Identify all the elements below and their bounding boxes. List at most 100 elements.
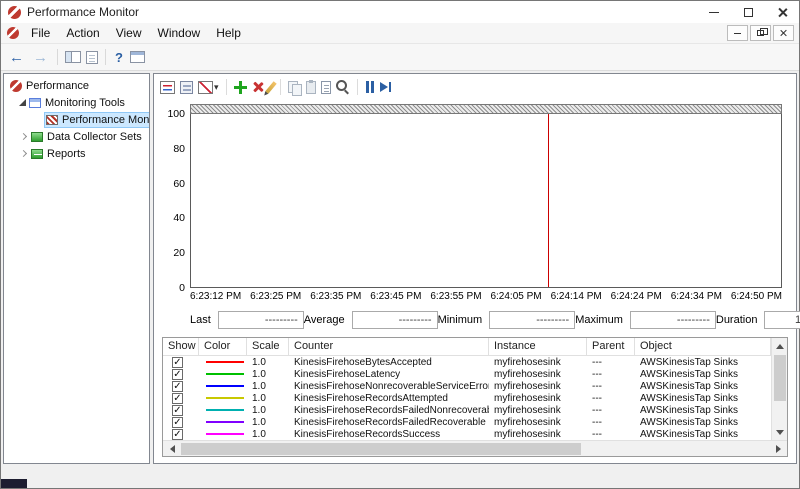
scroll-down-button[interactable] (773, 426, 787, 438)
counter-object-cell: AWSKinesisTap Sinks (635, 369, 771, 380)
copy-properties-icon[interactable] (288, 81, 301, 94)
highlight-icon[interactable] (265, 81, 276, 94)
tree-item-monitoring-tools[interactable]: Monitoring Tools (4, 94, 149, 111)
header-color[interactable]: Color (199, 338, 247, 355)
new-window-icon[interactable] (130, 51, 145, 63)
counter-scale-cell: 1.0 (247, 369, 289, 380)
show-checkbox[interactable]: ✓ (172, 369, 183, 380)
counter-row[interactable]: ✓1.0KinesisFirehoseLatencymyfirehosesink… (163, 368, 771, 380)
scroll-up-button[interactable] (773, 340, 787, 352)
counter-name-cell: KinesisFirehoseRecordsSuccess (289, 429, 489, 440)
show-checkbox[interactable]: ✓ (172, 405, 183, 416)
timeline-marker (548, 114, 549, 287)
header-show[interactable]: Show (163, 338, 199, 355)
child-restore-button[interactable] (750, 25, 771, 41)
counter-parent-cell: --- (587, 393, 635, 404)
counter-scale-cell: 1.0 (247, 429, 289, 440)
zoom-icon[interactable] (336, 80, 350, 94)
close-button[interactable] (765, 1, 799, 23)
table-horizontal-scrollbar[interactable] (163, 440, 787, 456)
header-counter[interactable]: Counter (289, 338, 489, 355)
x-tick-label: 6:23:55 PM (430, 291, 481, 303)
export-list-icon[interactable] (86, 51, 98, 64)
horizontal-scroll-track[interactable] (181, 443, 769, 455)
show-checkbox[interactable]: ✓ (172, 381, 183, 392)
collapsed-arrow-icon[interactable] (20, 133, 27, 140)
show-checkbox[interactable]: ✓ (172, 357, 183, 368)
stat-value-box: --------- (218, 311, 304, 329)
view-current-activity-icon[interactable] (160, 81, 175, 94)
table-vertical-scrollbar[interactable] (771, 338, 787, 440)
menu-view[interactable]: View (108, 24, 150, 42)
tree-item-reports[interactable]: Reports (4, 145, 149, 162)
menu-action[interactable]: Action (58, 24, 107, 42)
collapsed-arrow-icon[interactable] (20, 150, 27, 157)
stat-label: Minimum (438, 314, 483, 326)
plot-column: 6:23:12 PM6:23:25 PM6:23:35 PM6:23:45 PM… (190, 104, 782, 303)
counter-row[interactable]: ✓1.0KinesisFirehoseNonrecoverableService… (163, 380, 771, 392)
child-close-button[interactable] (773, 25, 794, 41)
update-data-icon[interactable] (380, 81, 392, 93)
view-log-data-icon[interactable] (180, 81, 193, 94)
child-minimize-button[interactable] (727, 25, 748, 41)
triangle-left-icon (170, 445, 175, 453)
header-instance[interactable]: Instance (489, 338, 587, 355)
x-tick-label: 6:23:35 PM (310, 291, 361, 303)
app-icon (8, 6, 21, 19)
maximize-button[interactable] (731, 1, 765, 23)
color-line-sample (206, 409, 244, 411)
graph-plot-area[interactable] (190, 114, 782, 288)
counter-instance-cell: myfirehosesink (489, 357, 587, 368)
tree-item-performance-monitor[interactable]: Performance Monitor (4, 111, 149, 128)
header-parent[interactable]: Parent (587, 338, 635, 355)
expanded-arrow-icon[interactable] (19, 99, 26, 106)
properties-icon[interactable] (321, 81, 331, 94)
tree-item-label: Monitoring Tools (45, 97, 125, 109)
stat-duration: Duration 1:40 (716, 311, 800, 329)
header-object[interactable]: Object (635, 338, 771, 355)
show-checkbox[interactable]: ✓ (172, 417, 183, 428)
vertical-scroll-thumb[interactable] (774, 355, 786, 401)
counter-scale-cell: 1.0 (247, 417, 289, 428)
nav-toolbar: ← → ? (1, 44, 799, 71)
counter-row[interactable]: ✓1.0KinesisFirehoseRecordsFailedRecovera… (163, 416, 771, 428)
forward-arrow-icon[interactable]: → (31, 50, 50, 65)
tree-item-label: Performance (26, 80, 89, 92)
show-checkbox[interactable]: ✓ (172, 393, 183, 404)
reports-icon (31, 149, 43, 159)
counter-instance-cell: myfirehosesink (489, 393, 587, 404)
help-icon[interactable]: ? (113, 51, 125, 64)
restore-icon (757, 30, 764, 36)
back-arrow-icon[interactable]: ← (7, 50, 26, 65)
menu-file[interactable]: File (23, 24, 58, 42)
counter-table-header: Show Color Scale Counter Instance Parent… (163, 338, 771, 356)
tree-item-data-collector-sets[interactable]: Data Collector Sets (4, 128, 149, 145)
color-line-sample (206, 397, 244, 399)
counter-scale-cell: 1.0 (247, 405, 289, 416)
counter-scale-cell: 1.0 (247, 393, 289, 404)
change-graph-type-button[interactable]: ▾ (198, 78, 219, 96)
show-checkbox[interactable]: ✓ (172, 429, 183, 440)
counter-object-cell: AWSKinesisTap Sinks (635, 381, 771, 392)
counter-row[interactable]: ✓1.0KinesisFirehoseRecordsSuccessmyfireh… (163, 428, 771, 440)
horizontal-scroll-thumb[interactable] (181, 443, 581, 455)
scroll-left-button[interactable] (165, 443, 179, 455)
add-counter-icon[interactable] (234, 81, 247, 94)
minimize-button[interactable] (697, 1, 731, 23)
tree-item-performance[interactable]: Performance (4, 77, 149, 94)
counter-row[interactable]: ✓1.0KinesisFirehoseBytesAcceptedmyfireho… (163, 356, 771, 368)
scroll-right-button[interactable] (771, 443, 785, 455)
paste-counter-list-icon[interactable] (306, 81, 316, 94)
menu-help[interactable]: Help (208, 24, 249, 42)
stat-label: Average (304, 314, 345, 326)
delete-counter-icon[interactable] (252, 81, 264, 93)
show-hide-console-tree-icon[interactable] (65, 51, 81, 63)
x-tick-label: 6:23:12 PM (190, 291, 241, 303)
x-axis-labels: 6:23:12 PM6:23:25 PM6:23:35 PM6:23:45 PM… (190, 291, 782, 303)
counter-row[interactable]: ✓ 1.0KinesisFirehoseRecordsFailedNonrecov… (163, 404, 771, 416)
freeze-display-icon[interactable] (365, 81, 375, 93)
menu-window[interactable]: Window (150, 24, 209, 42)
header-scale[interactable]: Scale (247, 338, 289, 355)
counter-row[interactable]: ✓1.0KinesisFirehoseRecordsAttemptedmyfir… (163, 392, 771, 404)
counter-name-cell: KinesisFirehoseRecordsFailedNonrecoverab… (289, 405, 489, 416)
